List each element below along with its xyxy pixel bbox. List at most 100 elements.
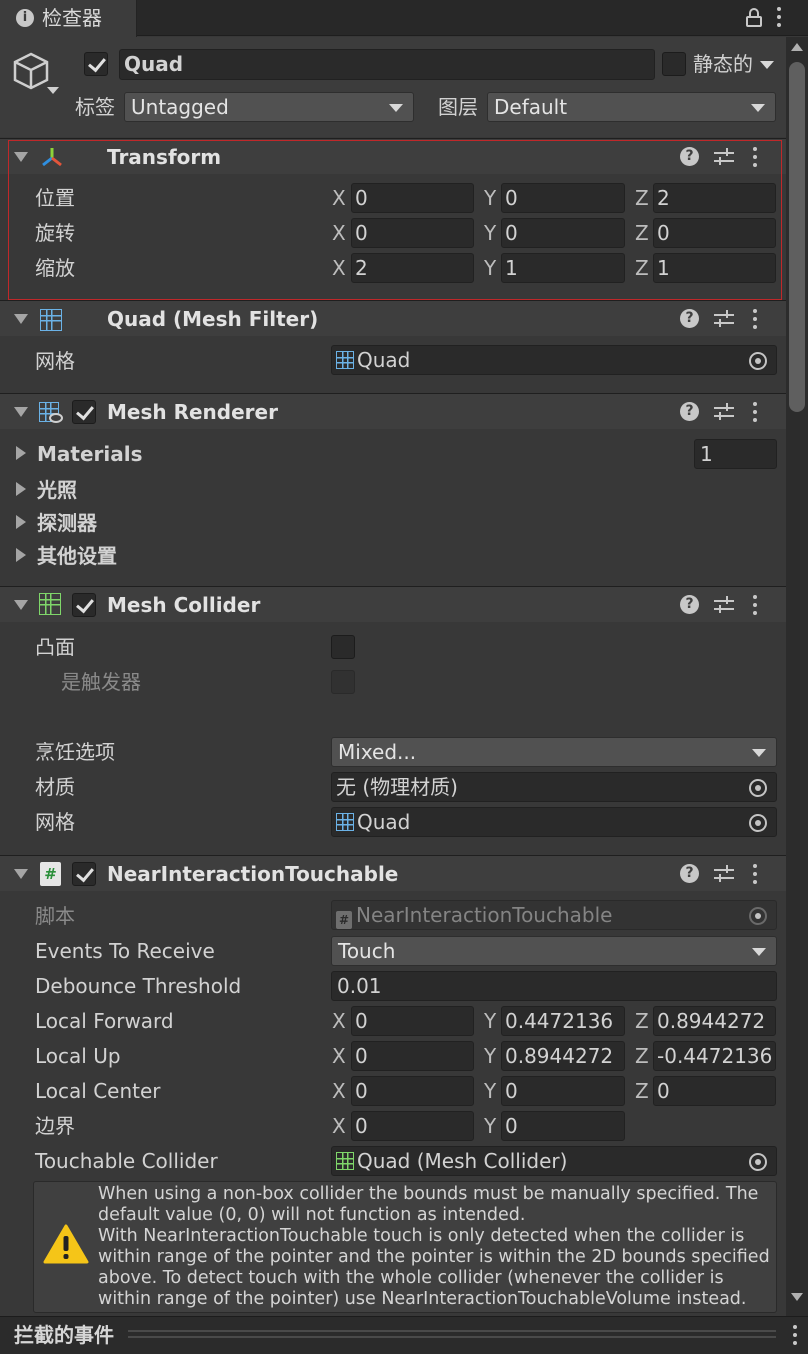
axis-x-label[interactable]: X (332, 1009, 346, 1033)
axis-x-label[interactable]: X (332, 1079, 346, 1103)
object-picker-icon[interactable] (749, 814, 767, 832)
position-x-field[interactable]: 0 (351, 183, 474, 213)
position-y-field[interactable]: 0 (501, 183, 625, 213)
preset-icon[interactable] (714, 402, 734, 422)
scroll-up-arrow[interactable] (791, 43, 803, 51)
drag-handle[interactable] (128, 1330, 776, 1338)
up-y-field[interactable]: 0.8944272 (501, 1041, 625, 1071)
convex-checkbox[interactable] (331, 635, 355, 659)
foldout-arrow-icon[interactable] (16, 482, 26, 496)
mesh-collider-header[interactable]: Mesh Collider ? (0, 586, 786, 622)
tag-dropdown[interactable]: Untagged (124, 92, 414, 122)
preset-icon[interactable] (714, 595, 734, 615)
foldout-arrow-icon[interactable] (16, 548, 26, 562)
axis-y-label[interactable]: Y (484, 1114, 496, 1138)
materials-count-field[interactable]: 1 (694, 439, 777, 469)
axis-y-label[interactable]: Y (484, 1079, 496, 1103)
touchable-enabled-checkbox[interactable] (72, 862, 96, 886)
foldout-arrow-icon[interactable] (16, 515, 26, 529)
position-z-field[interactable]: 2 (653, 183, 776, 213)
static-checkbox[interactable] (662, 52, 686, 76)
mesh-filter-header[interactable]: Quad (Mesh Filter) ? (0, 300, 786, 336)
preset-icon[interactable] (714, 309, 734, 329)
axis-x-label[interactable]: X (332, 221, 346, 245)
axis-y-label[interactable]: Y (484, 186, 496, 210)
icon-dropdown-caret[interactable] (47, 87, 59, 94)
foldout-arrow-icon[interactable] (14, 869, 28, 879)
axis-y-label[interactable]: Y (484, 1009, 496, 1033)
cooking-options-dropdown[interactable]: Mixed... (331, 737, 777, 767)
touchable-header[interactable]: # NearInteractionTouchable ? (0, 855, 786, 891)
layer-dropdown[interactable]: Default (487, 92, 776, 122)
rotation-z-field[interactable]: 0 (653, 218, 776, 248)
help-icon[interactable]: ? (680, 309, 699, 328)
gameobject-cube-icon[interactable] (12, 51, 50, 91)
intercepted-events-bar[interactable]: 拦截的事件 (0, 1316, 808, 1354)
axis-z-label[interactable]: Z (635, 256, 649, 280)
axis-x-label[interactable]: X (332, 186, 346, 210)
preset-icon[interactable] (714, 864, 734, 884)
help-icon[interactable]: ? (680, 595, 699, 614)
up-z-field[interactable]: -0.4472136 (653, 1041, 776, 1071)
static-dropdown-caret[interactable] (760, 61, 774, 69)
axis-z-label[interactable]: Z (635, 186, 649, 210)
forward-y-field[interactable]: 0.4472136 (501, 1006, 625, 1036)
component-menu-icon[interactable] (752, 308, 758, 330)
foldout-arrow-icon[interactable] (14, 600, 28, 610)
component-menu-icon[interactable] (752, 863, 758, 885)
mesh-filter-mesh-field[interactable]: Quad (331, 345, 777, 375)
events-dropdown[interactable]: Touch (331, 936, 777, 966)
bounds-x-field[interactable]: 0 (351, 1111, 474, 1141)
foldout-arrow-icon[interactable] (14, 314, 28, 324)
foldout-arrow-icon[interactable] (16, 446, 26, 460)
axis-z-label[interactable]: Z (635, 1044, 649, 1068)
mesh-renderer-header[interactable]: Mesh Renderer ? (0, 393, 786, 429)
center-z-field[interactable]: 0 (653, 1076, 776, 1106)
object-picker-icon[interactable] (749, 779, 767, 797)
axis-x-label[interactable]: X (332, 256, 346, 280)
other-settings-label[interactable]: 其他设置 (37, 544, 117, 568)
object-picker-icon[interactable] (749, 1153, 767, 1171)
component-menu-icon[interactable] (752, 401, 758, 423)
static-label[interactable]: 静态的 (693, 52, 753, 76)
physic-material-field[interactable]: 无 (物理材质) (331, 772, 777, 802)
forward-z-field[interactable]: 0.8944272 (653, 1006, 776, 1036)
up-x-field[interactable]: 0 (351, 1041, 474, 1071)
mesh-collider-mesh-field[interactable]: Quad (331, 807, 777, 837)
scrollbar-thumb[interactable] (789, 62, 805, 412)
rotation-x-field[interactable]: 0 (351, 218, 474, 248)
axis-y-label[interactable]: Y (484, 221, 496, 245)
debounce-field[interactable]: 0.01 (331, 971, 777, 1001)
axis-z-label[interactable]: Z (635, 1079, 649, 1103)
axis-x-label[interactable]: X (332, 1044, 346, 1068)
forward-x-field[interactable]: 0 (351, 1006, 474, 1036)
axis-y-label[interactable]: Y (484, 1044, 496, 1068)
axis-z-label[interactable]: Z (635, 221, 649, 245)
axis-z-label[interactable]: Z (635, 1009, 649, 1033)
lock-icon[interactable] (746, 8, 762, 28)
axis-y-label[interactable]: Y (484, 256, 496, 280)
rotation-y-field[interactable]: 0 (501, 218, 625, 248)
active-checkbox[interactable] (84, 52, 108, 76)
object-name-field[interactable]: Quad (119, 49, 655, 80)
materials-label[interactable]: Materials (37, 442, 143, 466)
scale-z-field[interactable]: 1 (653, 253, 776, 283)
probes-label[interactable]: 探测器 (37, 511, 97, 535)
tab-inspector[interactable]: i 检查器 (0, 0, 137, 37)
component-menu-icon[interactable] (752, 594, 758, 616)
help-icon[interactable]: ? (680, 402, 699, 421)
scale-x-field[interactable]: 2 (351, 253, 474, 283)
mesh-collider-enabled-checkbox[interactable] (72, 593, 96, 617)
help-icon[interactable]: ? (680, 864, 699, 883)
center-x-field[interactable]: 0 (351, 1076, 474, 1106)
foldout-arrow-icon[interactable] (14, 407, 28, 417)
scale-y-field[interactable]: 1 (501, 253, 625, 283)
axis-x-label[interactable]: X (332, 1114, 346, 1138)
footer-menu-icon[interactable] (792, 1325, 798, 1347)
object-picker-icon[interactable] (749, 352, 767, 370)
touchable-collider-field[interactable]: Quad (Mesh Collider) (331, 1146, 777, 1176)
mesh-renderer-enabled-checkbox[interactable] (72, 400, 96, 424)
lighting-label[interactable]: 光照 (37, 478, 77, 502)
bounds-y-field[interactable]: 0 (501, 1111, 625, 1141)
scroll-down-arrow[interactable] (791, 1293, 803, 1301)
